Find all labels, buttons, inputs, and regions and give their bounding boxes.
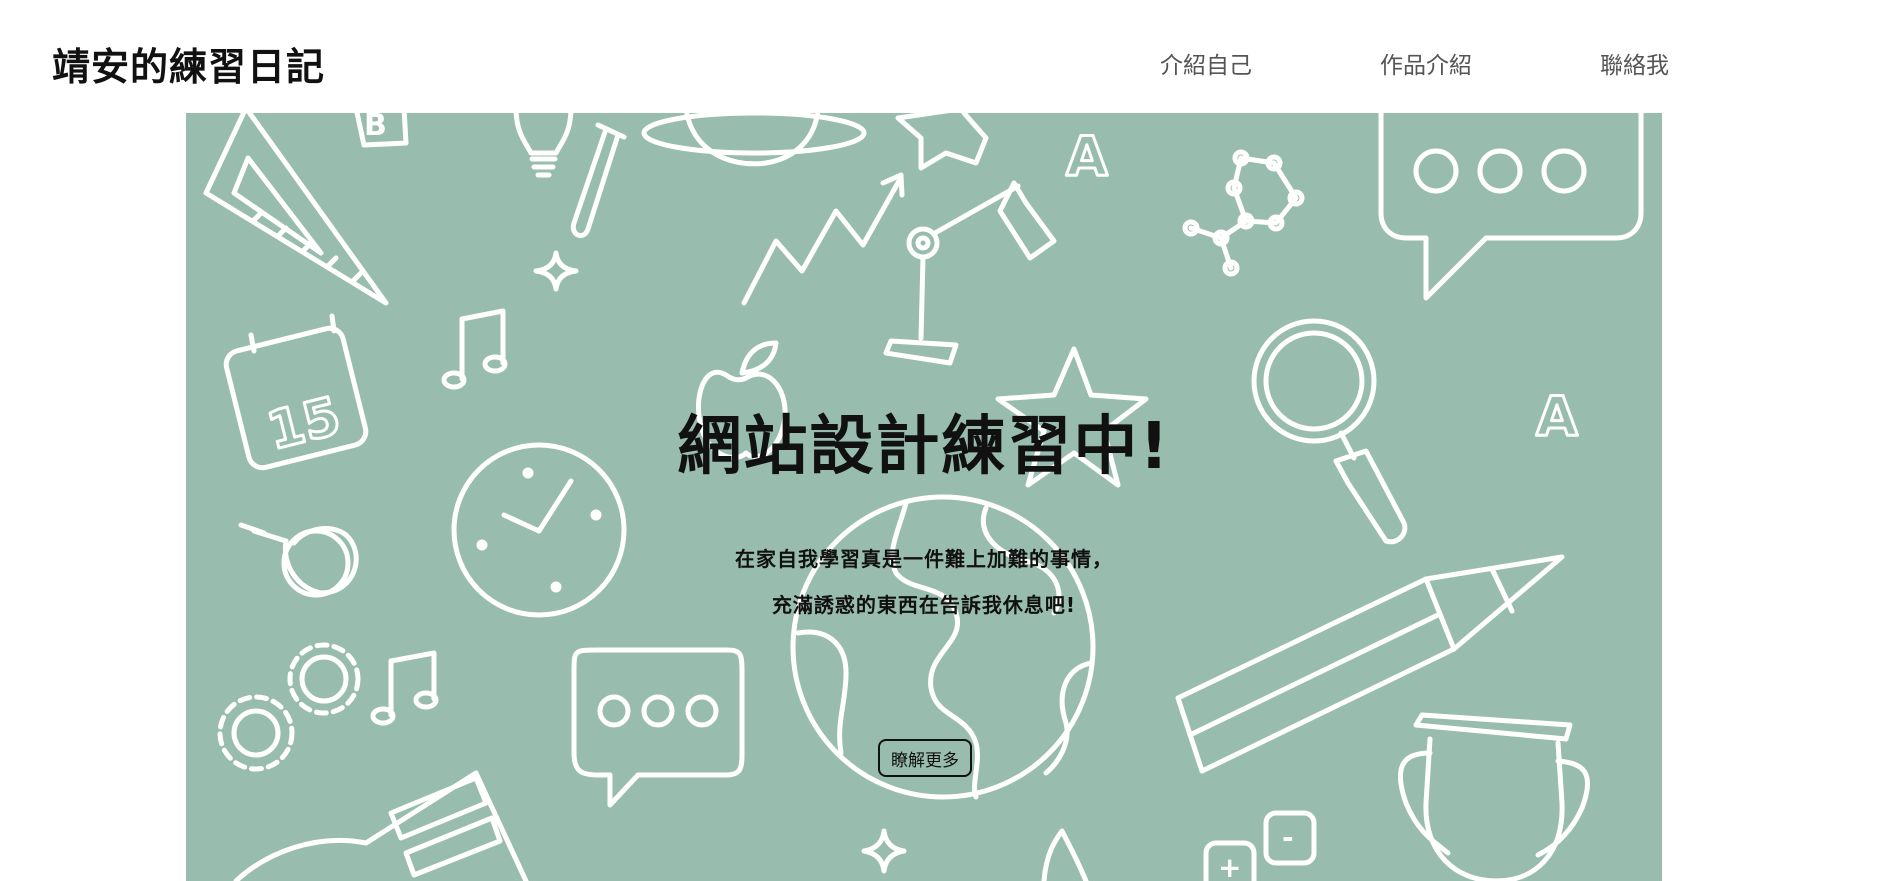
letter-b-text: B (364, 113, 387, 143)
letter-a-text: A (1066, 125, 1108, 188)
music-note-lower-icon (370, 650, 439, 726)
nav-item-works[interactable]: 作品介紹 (1380, 46, 1472, 80)
star-icon (895, 113, 989, 171)
nav-item-contact[interactable]: 聯絡我 (1600, 46, 1669, 80)
hero-subtitle-line-1: 在家自我學習真是一件難上加難的事情， (735, 547, 1113, 571)
triangle-ruler-icon (203, 113, 389, 306)
svg-text:+: + (1218, 851, 1241, 881)
test-tube-icon (570, 122, 627, 238)
desk-lamp-icon (883, 180, 1057, 366)
sparkle-icon (533, 250, 579, 292)
planet-icon (641, 113, 867, 167)
svg-text:-: - (1282, 821, 1294, 854)
letter-b-icon: B (354, 113, 409, 148)
speech-bubble-icon (1378, 113, 1644, 301)
hero-subtitle-line-2: 充滿誘惑的東西在告訴我休息吧! (771, 593, 1077, 617)
hero-banner: B A 15 A + - 網站設計練習中! 在家自我學習真是一件難上加難的事情，… (186, 113, 1662, 881)
sparkle-bottom-icon (861, 828, 907, 874)
growth-arrow-icon (741, 172, 905, 306)
trophy-icon (1397, 712, 1590, 881)
open-book-icon (233, 770, 529, 881)
gear-icon (217, 642, 361, 772)
letter-a-icon: A (1065, 124, 1110, 190)
molecule-icon (1182, 149, 1305, 277)
learn-more-button[interactable]: 瞭解更多 (878, 739, 972, 777)
lightbulb-icon (513, 113, 574, 178)
nav-item-about[interactable]: 介紹自己 (1160, 46, 1252, 80)
chat-bubble-icon (571, 647, 745, 808)
main-nav: 介紹自己 作品介紹 聯絡我 (0, 46, 1889, 79)
calculator-icon: + - (1203, 810, 1317, 881)
music-note-icon (441, 308, 508, 390)
bulb-bottom-icon (1041, 828, 1089, 881)
hero-title: 網站設計練習中! (677, 410, 1171, 484)
